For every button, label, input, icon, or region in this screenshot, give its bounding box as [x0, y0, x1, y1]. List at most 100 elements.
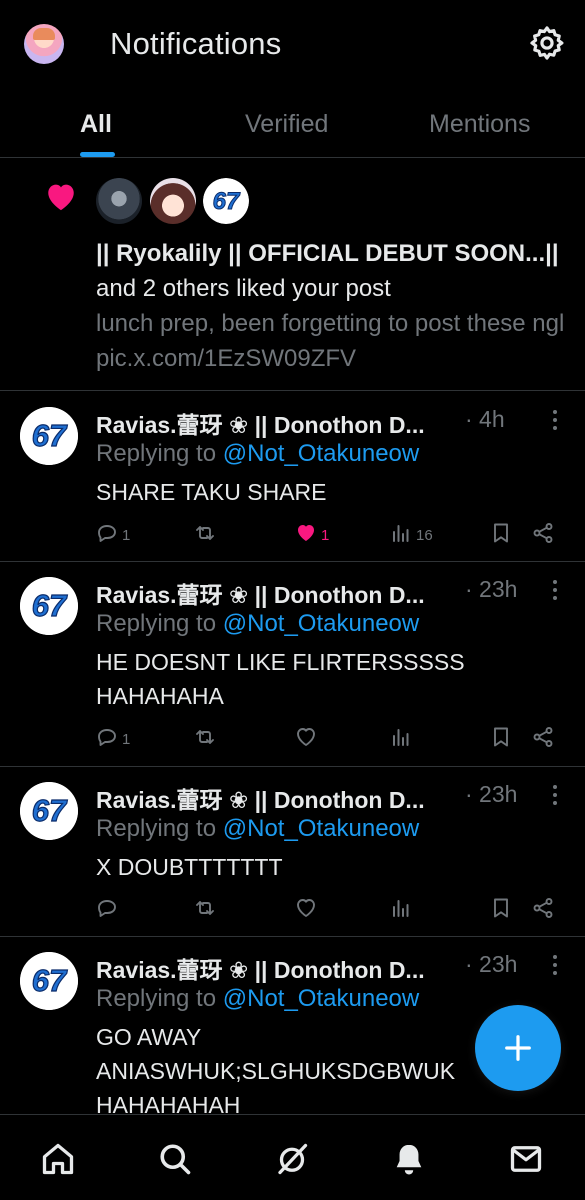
like-button[interactable]	[294, 724, 321, 754]
bookmark-button[interactable]	[489, 724, 513, 754]
share-button[interactable]	[531, 724, 555, 754]
like-button[interactable]	[294, 895, 321, 925]
bookmark-icon	[489, 725, 513, 753]
more-options-icon[interactable]	[545, 953, 565, 977]
bell-icon[interactable]	[391, 1141, 427, 1177]
reply-count: 1	[122, 730, 131, 748]
reply-text: X DOUBTTTTTTT	[96, 854, 283, 880]
bottom-nav	[0, 1114, 585, 1200]
share-button[interactable]	[531, 895, 555, 925]
liker-avatar[interactable]	[96, 178, 142, 224]
page-title: Notifications	[110, 26, 282, 61]
tab-verified[interactable]: Verified	[245, 110, 328, 139]
replying-handle[interactable]: @Not_Otakuneow	[223, 985, 419, 1012]
like-button[interactable]: 1	[294, 520, 329, 550]
action-bar: 1	[0, 724, 585, 754]
replying-handle[interactable]: @Not_Otakuneow	[223, 610, 419, 637]
replier-name[interactable]: Ravias.蕾玡 ❀ || Donothon D...	[96, 781, 425, 815]
reply-icon	[95, 521, 119, 549]
share-icon	[531, 521, 555, 549]
replier-name[interactable]: Ravias.蕾玡 ❀ || Donothon D...	[96, 951, 425, 985]
reply-text: GO AWAY ANIASWHUK;SLGHUKSDGBWUK HAHAHAHA…	[96, 1024, 456, 1118]
liker-avatar[interactable]	[150, 178, 196, 224]
heart-icon	[48, 184, 74, 211]
tab-mentions[interactable]: Mentions	[429, 110, 530, 139]
replier-avatar[interactable]: 67	[20, 952, 78, 1010]
bookmark-icon	[489, 521, 513, 549]
post-preview[interactable]: lunch prep, been forgetting to post thes…	[96, 306, 566, 376]
compose-button[interactable]	[475, 1005, 561, 1091]
reply-button[interactable]: 1	[95, 724, 130, 754]
views-icon	[389, 725, 413, 753]
replier-avatar[interactable]: 67	[20, 407, 78, 465]
action-bar: 1 1 16	[0, 520, 585, 550]
views-button[interactable]	[389, 724, 416, 754]
action-bar	[0, 895, 585, 925]
repost-icon	[193, 521, 217, 549]
post-time: · 4h	[465, 406, 505, 432]
repost-button[interactable]	[193, 895, 220, 925]
grok-icon[interactable]	[274, 1141, 310, 1177]
svg-text:67: 67	[32, 793, 68, 828]
header: Notifications	[0, 0, 585, 90]
profile-avatar[interactable]	[24, 24, 64, 64]
like-summary: || Ryokalily || OFFICIAL DEBUT SOON...||…	[96, 240, 559, 302]
bookmark-button[interactable]	[489, 520, 513, 550]
reply-text: HE DOESNT LIKE FLIRTERSSSSS HAHAHAHA	[96, 649, 465, 709]
post-time: · 23h	[465, 576, 518, 602]
repost-button[interactable]	[193, 520, 220, 550]
actor-name[interactable]: || Ryokalily || OFFICIAL DEBUT SOON...||	[96, 240, 559, 267]
replier-name[interactable]: Ravias.蕾玡 ❀ || Donothon D...	[96, 406, 425, 440]
views-icon	[389, 896, 413, 924]
more-options-icon[interactable]	[545, 408, 565, 432]
reply-button[interactable]: 1	[95, 520, 130, 550]
repost-icon	[193, 725, 217, 753]
repost-icon	[193, 896, 217, 924]
tab-all[interactable]: All	[80, 110, 112, 139]
views-button[interactable]	[389, 895, 416, 925]
plus-icon	[505, 1035, 531, 1061]
views-icon	[389, 521, 413, 549]
liker-avatar[interactable]: 67	[203, 178, 249, 224]
replying-to: Replying to @Not_Otakuneow	[96, 985, 420, 1012]
replying-to: Replying to @Not_Otakuneow	[96, 610, 420, 637]
more-options-icon[interactable]	[545, 783, 565, 807]
bookmark-button[interactable]	[489, 895, 513, 925]
reply-button[interactable]	[95, 895, 122, 925]
replying-to: Replying to @Not_Otakuneow	[96, 815, 420, 842]
share-icon	[531, 896, 555, 924]
gear-icon[interactable]	[528, 24, 566, 62]
bookmark-icon	[489, 896, 513, 924]
svg-text:67: 67	[32, 418, 68, 453]
share-icon	[531, 725, 555, 753]
svg-text:67: 67	[32, 963, 68, 998]
replying-handle[interactable]: @Not_Otakuneow	[223, 440, 419, 467]
replying-handle[interactable]: @Not_Otakuneow	[223, 815, 419, 842]
views-button[interactable]: 16	[389, 520, 433, 550]
like-count: 1	[321, 526, 330, 544]
reply-icon	[95, 896, 119, 924]
more-options-icon[interactable]	[545, 578, 565, 602]
reply-count: 1	[122, 526, 131, 544]
replying-to: Replying to @Not_Otakuneow	[96, 440, 420, 467]
active-tab-indicator	[80, 152, 115, 157]
heart-icon	[294, 521, 318, 549]
post-time: · 23h	[465, 781, 518, 807]
repost-button[interactable]	[193, 724, 220, 754]
home-icon[interactable]	[40, 1141, 76, 1177]
heart-icon	[294, 725, 318, 753]
view-count: 16	[416, 526, 433, 544]
post-time: · 23h	[465, 951, 518, 977]
svg-text:67: 67	[213, 188, 241, 215]
heart-icon	[294, 896, 318, 924]
search-icon[interactable]	[157, 1141, 193, 1177]
tab-bar: All Verified Mentions	[0, 92, 585, 158]
replier-name[interactable]: Ravias.蕾玡 ❀ || Donothon D...	[96, 576, 425, 610]
svg-text:67: 67	[32, 588, 68, 623]
share-button[interactable]	[531, 520, 555, 550]
replier-avatar[interactable]: 67	[20, 782, 78, 840]
reply-icon	[95, 725, 119, 753]
reply-text: SHARE TAKU SHARE	[96, 479, 327, 505]
mail-icon[interactable]	[508, 1141, 544, 1177]
replier-avatar[interactable]: 67	[20, 577, 78, 635]
